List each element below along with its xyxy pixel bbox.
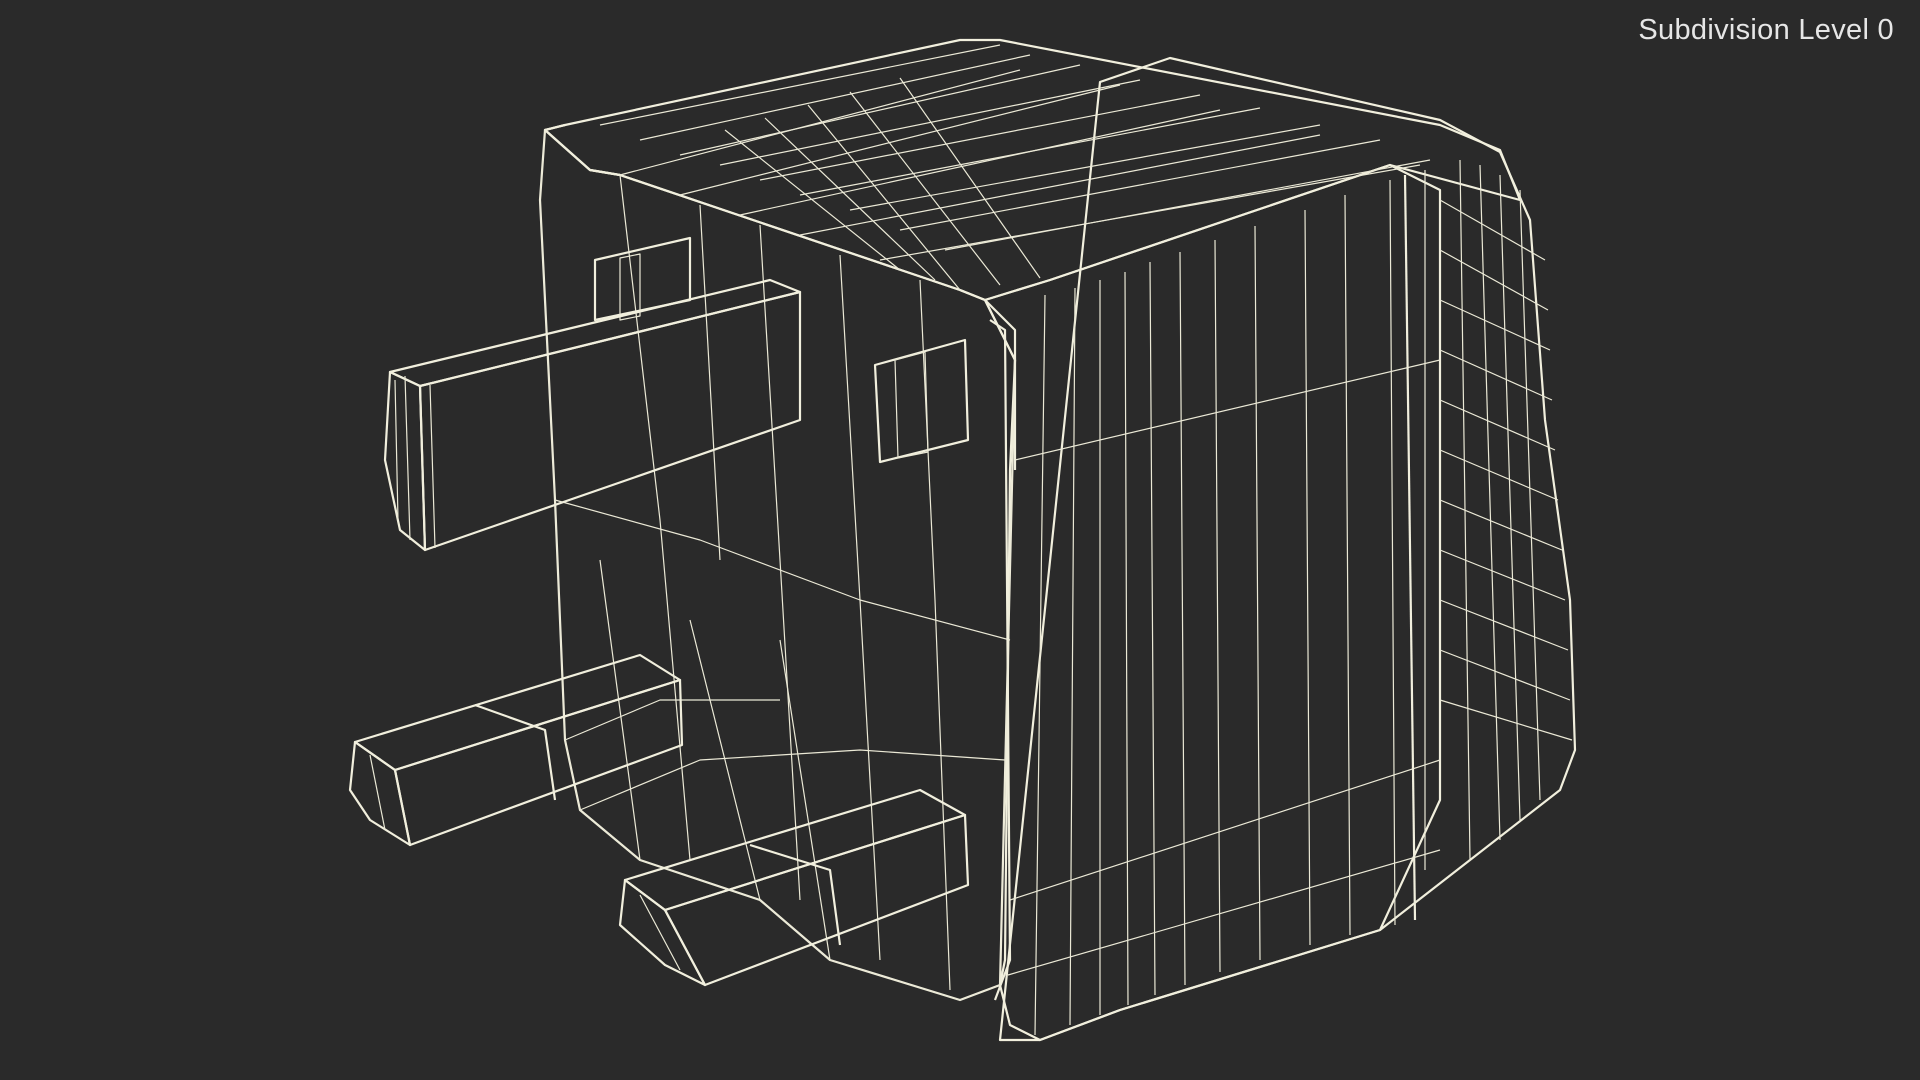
front-grid-lines bbox=[1007, 170, 1441, 1036]
pin-slot-top-right bbox=[873, 338, 970, 464]
side-grid-lines bbox=[1439, 159, 1573, 861]
housing-side bbox=[998, 56, 1577, 1042]
housing-front bbox=[983, 163, 1442, 1042]
earth-pin bbox=[383, 278, 802, 552]
uk-plug-wireframe-model[interactable] bbox=[0, 0, 1920, 1080]
pin-face-grid-lines bbox=[554, 174, 1012, 1001]
neutral-pin bbox=[618, 788, 970, 987]
viewport[interactable]: Subdivision Level 0 bbox=[0, 0, 1920, 1080]
pin-slot-top-left bbox=[593, 236, 692, 322]
live-pin bbox=[348, 653, 684, 847]
housing-pin-face bbox=[538, 128, 1017, 1002]
